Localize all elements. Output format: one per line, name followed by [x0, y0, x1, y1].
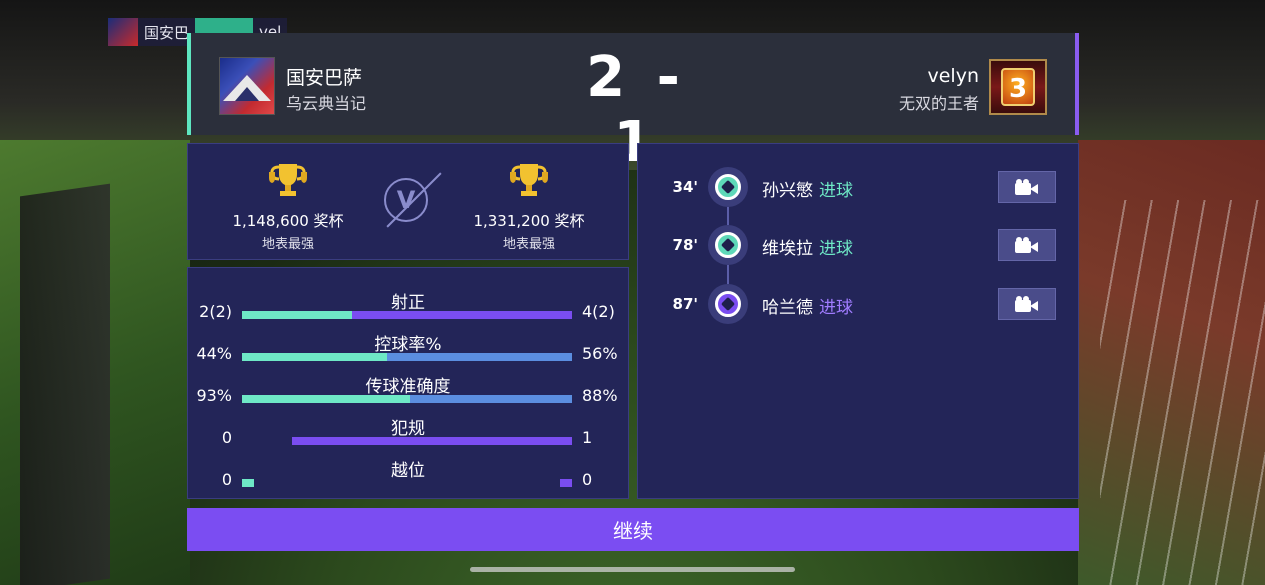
- stat-bar-away: [351, 311, 572, 319]
- stat-bar: [242, 395, 572, 403]
- stat-home-value: 93%: [196, 386, 232, 405]
- stat-bar: [242, 311, 572, 319]
- event-player-name: 维埃拉: [762, 239, 813, 259]
- event-description: 维埃拉 进球: [762, 234, 853, 259]
- stat-away-value: 88%: [582, 386, 618, 405]
- match-result-header: 国安巴萨 乌云典当记 2 - 1 velyn 无双的王者 3: [187, 33, 1079, 175]
- timeline-connector: [727, 265, 729, 284]
- stat-home-value: 2(2): [199, 302, 232, 321]
- event-description: 哈兰德 进球: [762, 293, 853, 318]
- stat-home-value: 44%: [196, 344, 232, 363]
- away-team-name: velyn: [927, 65, 980, 87]
- trophy-icon: [269, 164, 307, 196]
- match-events-panel: 34' 孙兴慜 进球 78' 维埃拉 进球 87' 哈兰德 进球: [637, 143, 1079, 499]
- football-icon: [708, 225, 748, 265]
- video-camera-icon: [1015, 237, 1039, 253]
- away-rank-badge: 3: [1001, 68, 1035, 106]
- event-minute: 34': [672, 178, 698, 196]
- trophies-panel: 1,148,600 奖杯 地表最强 V 1,331,200 奖杯 地表最强: [187, 143, 629, 260]
- replay-button[interactable]: [998, 229, 1056, 261]
- football-icon: [708, 284, 748, 324]
- trophy-icon: [510, 164, 548, 196]
- continue-button[interactable]: 继续: [187, 508, 1079, 551]
- background-team-logo: [108, 18, 138, 46]
- event-player-name: 哈兰德: [762, 298, 813, 318]
- away-team-subtitle: 无双的王者: [898, 94, 979, 113]
- final-score: 2 - 1: [586, 45, 686, 175]
- stat-title: 射正: [391, 293, 425, 313]
- stat-bar-away: [387, 353, 572, 361]
- stat-away-value: 56%: [582, 344, 618, 363]
- event-player-name: 孙兴慜: [762, 181, 813, 201]
- home-team-subtitle: 乌云典当记: [286, 94, 367, 113]
- stat-home-value: 0: [221, 428, 232, 447]
- away-trophy-count: 1,331,200 奖杯: [473, 212, 585, 230]
- advertising-board: [20, 183, 110, 585]
- stat-bar-away: [560, 479, 572, 487]
- stat-away-value: 4(2): [582, 302, 615, 321]
- away-team-logo: 3: [989, 59, 1047, 115]
- stat-away-value: 1: [582, 428, 593, 447]
- home-trophy-label: 地表最强: [261, 237, 314, 252]
- stat-home-value: 0: [221, 470, 232, 489]
- stat-title: 越位: [391, 461, 425, 481]
- stat-away-value: 0: [582, 470, 593, 489]
- chevron-crest-icon: [223, 75, 271, 101]
- stat-title: 犯规: [391, 419, 425, 439]
- away-trophy-label: 地表最强: [502, 237, 555, 252]
- track-lines: [1100, 200, 1265, 585]
- event-type: 进球: [819, 239, 853, 259]
- home-indicator[interactable]: [470, 567, 795, 572]
- stat-title: 控球率%: [374, 335, 442, 355]
- video-camera-icon: [1015, 179, 1039, 195]
- video-camera-icon: [1015, 296, 1039, 312]
- football-icon: [708, 167, 748, 207]
- event-minute: 87': [672, 295, 698, 313]
- event-type: 进球: [819, 298, 853, 318]
- vs-icon: V: [384, 178, 428, 222]
- stat-title: 传球准确度: [365, 377, 451, 397]
- home-trophy-count: 1,148,600 奖杯: [232, 212, 344, 230]
- event-description: 孙兴慜 进球: [762, 176, 853, 201]
- stat-bar-home: [242, 353, 388, 361]
- stat-bar-away: [292, 437, 572, 445]
- match-stats-panel: 射正 2(2) 4(2) 控球率% 44% 56% 传球准确度 93% 88% 犯规 0 1 越位 0 0: [187, 267, 629, 499]
- stat-bar-home: [242, 311, 352, 319]
- event-minute: 78': [672, 236, 698, 254]
- replay-button[interactable]: [998, 171, 1056, 203]
- home-team-name: 国安巴萨: [286, 67, 363, 89]
- home-team-logo: [219, 57, 275, 115]
- replay-button[interactable]: [998, 288, 1056, 320]
- event-type: 进球: [819, 181, 853, 201]
- timeline-connector: [727, 207, 729, 225]
- stat-bar-away: [410, 395, 572, 403]
- stat-bar-home: [242, 479, 254, 487]
- stat-bar: [242, 353, 572, 361]
- stat-bar-home: [242, 395, 411, 403]
